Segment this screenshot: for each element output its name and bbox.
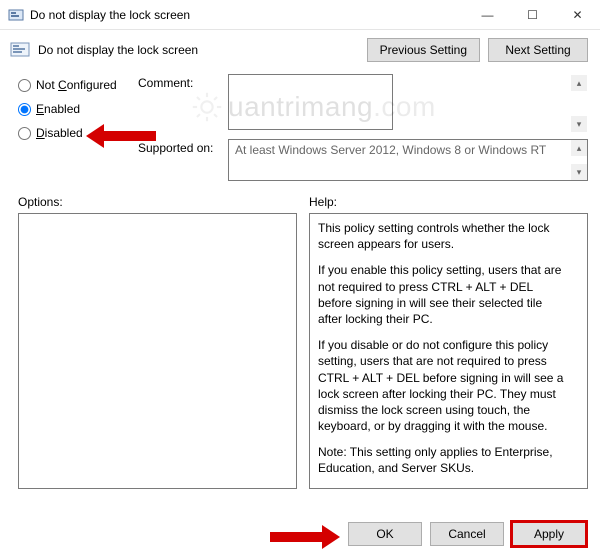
- options-box: [18, 213, 297, 489]
- annotation-arrow-ok: [270, 524, 340, 550]
- ok-button[interactable]: OK: [348, 522, 422, 546]
- maximize-button[interactable]: ☐: [510, 0, 555, 29]
- supported-on-label: Supported on:: [138, 139, 228, 181]
- help-para: If you enable this policy setting, users…: [318, 262, 569, 327]
- help-box: This policy setting controls whether the…: [309, 213, 588, 489]
- radio-enabled[interactable]: Enabled: [18, 102, 138, 116]
- nav-buttons: Previous Setting Next Setting: [367, 38, 588, 62]
- comment-scrollbar[interactable]: ▴ ▾: [571, 75, 587, 132]
- cancel-button[interactable]: Cancel: [430, 522, 504, 546]
- minimize-button[interactable]: —: [465, 0, 510, 29]
- scroll-up-icon[interactable]: ▴: [571, 140, 587, 156]
- radio-disabled[interactable]: Disabled: [18, 126, 138, 140]
- policy-app-icon: [8, 7, 24, 23]
- titlebar: Do not display the lock screen — ☐ ✕: [0, 0, 600, 30]
- apply-button[interactable]: Apply: [512, 522, 586, 546]
- help-label: Help:: [309, 195, 588, 209]
- radio-not-configured-input[interactable]: [18, 79, 31, 92]
- radio-not-configured-label: Not Configured: [36, 78, 117, 92]
- details-section: Options: Help: This policy setting contr…: [0, 191, 600, 489]
- radio-enabled-input[interactable]: [18, 103, 31, 116]
- help-para: If you disable or do not configure this …: [318, 337, 569, 434]
- close-button[interactable]: ✕: [555, 0, 600, 29]
- help-para: This policy setting controls whether the…: [318, 220, 569, 252]
- comment-label: Comment:: [138, 74, 228, 133]
- scroll-down-icon[interactable]: ▾: [571, 116, 587, 132]
- policy-icon: [10, 41, 32, 59]
- comment-textarea[interactable]: [228, 74, 393, 130]
- window-title: Do not display the lock screen: [30, 8, 465, 22]
- radio-disabled-input[interactable]: [18, 127, 31, 140]
- window-controls: — ☐ ✕: [465, 0, 600, 29]
- state-radio-group: Not Configured Enabled Disabled: [18, 74, 138, 187]
- scroll-up-icon[interactable]: ▴: [571, 75, 587, 91]
- dialog-buttons: OK Cancel Apply: [348, 522, 586, 546]
- policy-title: Do not display the lock screen: [38, 43, 367, 57]
- scroll-down-icon[interactable]: ▾: [571, 164, 587, 180]
- next-setting-button[interactable]: Next Setting: [488, 38, 588, 62]
- supported-on-value: At least Windows Server 2012, Windows 8 …: [228, 139, 588, 181]
- previous-setting-button[interactable]: Previous Setting: [367, 38, 480, 62]
- supported-scrollbar[interactable]: ▴ ▾: [571, 140, 587, 180]
- radio-enabled-label: Enabled: [36, 102, 80, 116]
- header-row: Do not display the lock screen Previous …: [0, 30, 600, 68]
- config-section: Not Configured Enabled Disabled Comment:…: [0, 68, 600, 191]
- radio-disabled-label: Disabled: [36, 126, 83, 140]
- radio-not-configured[interactable]: Not Configured: [18, 78, 138, 92]
- help-para: Note: This setting only applies to Enter…: [318, 444, 569, 476]
- options-label: Options:: [18, 195, 297, 209]
